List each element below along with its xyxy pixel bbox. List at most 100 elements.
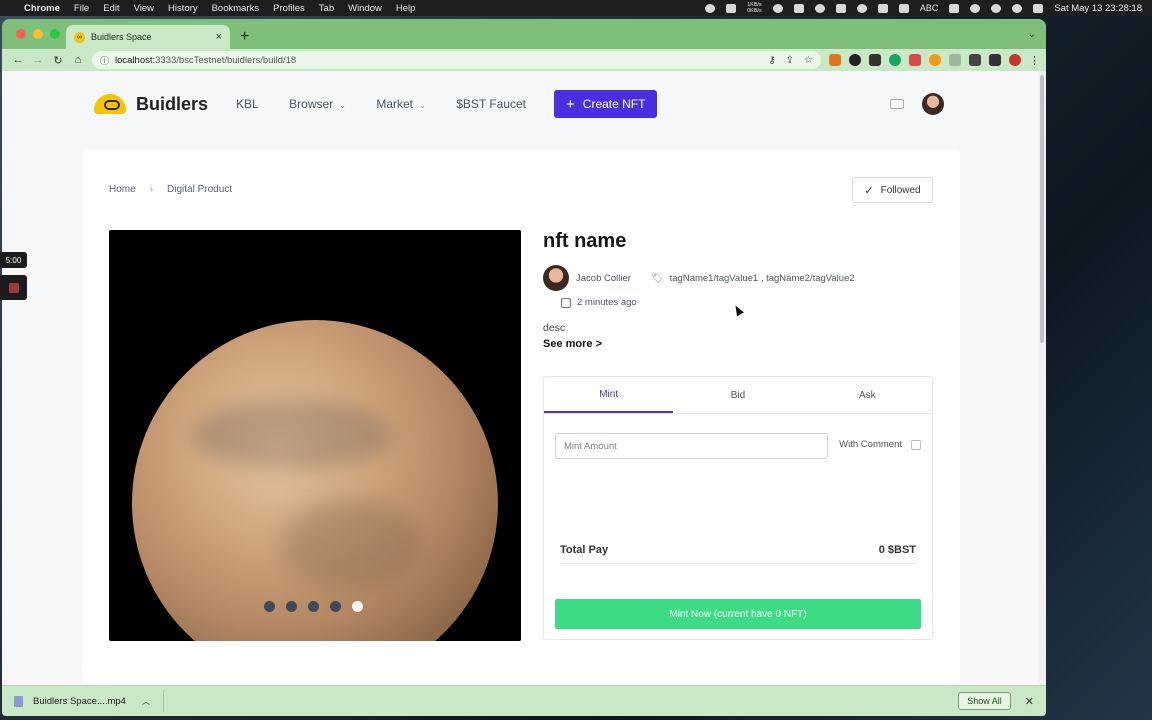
search-icon[interactable] [1012, 3, 1023, 13]
followed-label: Followed [880, 184, 921, 196]
tab-search-chevron-icon[interactable]: ⌄ [1028, 29, 1036, 40]
metamask-extension-icon[interactable] [829, 54, 841, 66]
puzzle-icon[interactable] [969, 54, 981, 66]
menu-bookmarks[interactable]: Bookmarks [212, 3, 260, 14]
close-window-button[interactable] [16, 29, 26, 39]
chevron-down-icon: ⌄ [419, 101, 426, 110]
document-status-icon[interactable] [726, 3, 737, 13]
triangle-extension-icon[interactable] [949, 54, 961, 66]
user-avatar[interactable] [922, 93, 944, 115]
wifi-icon[interactable] [970, 3, 981, 13]
share-icon[interactable]: ⇪ [786, 55, 794, 66]
bluetooth-icon[interactable] [877, 3, 888, 13]
tab-bid[interactable]: Bid [673, 377, 802, 413]
nav-browser[interactable]: Browser ⌄ [289, 97, 346, 111]
forward-button[interactable]: → [28, 54, 48, 66]
text-input-icon[interactable] [898, 3, 909, 13]
chevron-up-icon[interactable]: ︿ [142, 696, 150, 707]
zoom-window-button[interactable] [50, 29, 60, 39]
menu-file[interactable]: File [74, 3, 89, 14]
sidebar-icon[interactable] [989, 54, 1001, 66]
see-more-link[interactable]: See more > [543, 338, 933, 350]
menu-view[interactable]: View [134, 3, 154, 14]
page-scrollbar[interactable] [1038, 71, 1046, 685]
new-tab-button[interactable]: + [240, 28, 249, 46]
mint-amount-input[interactable] [555, 433, 828, 459]
recorder-stop-button[interactable] [0, 275, 27, 300]
helmet-logo-icon [94, 94, 126, 114]
url-path: :3333/bscTestnet/buidlers/build/18 [152, 54, 297, 66]
carousel-dot[interactable] [286, 601, 297, 612]
with-comment-checkbox[interactable] [911, 439, 921, 450]
input-source[interactable]: ABC [920, 3, 939, 13]
create-nft-button[interactable]: + Create NFT [554, 90, 658, 118]
green-extension-icon[interactable] [889, 54, 901, 66]
close-tab-icon[interactable]: × [216, 31, 222, 43]
stop-icon [8, 282, 19, 293]
nav-kbl[interactable]: KBL [236, 97, 259, 111]
nav-faucet-label: $BST Faucet [456, 97, 527, 111]
author-name[interactable]: Jacob Collier [576, 273, 631, 284]
close-shelf-icon[interactable]: ✕ [1025, 695, 1034, 708]
info-status-icon[interactable] [814, 3, 825, 13]
bookmark-star-icon[interactable]: ☆ [804, 55, 813, 66]
author-avatar[interactable] [543, 265, 569, 291]
cloud-status-icon[interactable] [772, 3, 783, 13]
tab-mint[interactable]: Mint [544, 377, 674, 413]
site-info-icon[interactable]: ⓘ [100, 54, 109, 67]
breadcrumb-home[interactable]: Home [109, 184, 136, 195]
menu-window[interactable]: Window [348, 3, 382, 14]
browser-tab[interactable]: ∞ Buidlers Space × [66, 25, 230, 49]
circle-extension-icon[interactable] [849, 54, 861, 66]
screen-status-icon[interactable] [793, 3, 804, 13]
menu-history[interactable]: History [168, 3, 198, 14]
main-nav: KBL Browser ⌄ Market ⌄ $BST Faucet [236, 95, 552, 113]
browser-toolbar: ← → ↻ ⌂ ⓘ localhost:3333/bscTestnet/buid… [2, 49, 1046, 71]
battery-icon[interactable] [949, 3, 960, 13]
carousel-dot[interactable] [352, 601, 363, 612]
app-status-icon[interactable] [835, 3, 846, 13]
user-status-icon[interactable] [991, 3, 1002, 13]
mint-now-button[interactable]: Mint Now (current have 0 NFT) [555, 599, 921, 629]
show-all-button[interactable]: Show All [958, 692, 1011, 710]
chevron-right-icon: › [149, 184, 154, 195]
menu-edit[interactable]: Edit [103, 3, 119, 14]
carousel-dot[interactable] [264, 601, 275, 612]
key-icon[interactable]: ⚷ [768, 55, 775, 66]
carousel-dot[interactable] [308, 601, 319, 612]
profile-icon[interactable] [1009, 54, 1021, 66]
create-nft-label: Create NFT [582, 97, 646, 111]
download-item[interactable]: Buidlers Space....mp4 ︿ [14, 690, 164, 712]
nav-faucet[interactable]: $BST Faucet [456, 97, 526, 111]
menu-clock[interactable]: Sat May 13 23:28:18 [1054, 3, 1142, 14]
play-status-icon[interactable] [856, 3, 867, 13]
red-extension-icon[interactable] [909, 54, 921, 66]
mail-icon[interactable] [890, 99, 904, 109]
minimize-window-button[interactable] [33, 29, 43, 39]
menu-profiles[interactable]: Profiles [273, 3, 305, 14]
nft-info: nft name Jacob Collier 🏷 tagName1/tagVal… [543, 230, 933, 350]
carousel-dot[interactable] [330, 601, 341, 612]
gear-status-icon[interactable] [705, 3, 716, 13]
tab-title: Buidlers Space [91, 32, 152, 42]
menu-help[interactable]: Help [396, 3, 416, 14]
more-menu-icon[interactable]: ⋮ [1029, 54, 1040, 67]
menu-tab[interactable]: Tab [319, 3, 334, 14]
url-host: localhost [115, 54, 153, 66]
tag-icon: 🏷 [650, 272, 664, 284]
nft-media-carousel[interactable] [109, 230, 521, 641]
back-button[interactable]: ← [8, 54, 28, 66]
home-button[interactable]: ⌂ [68, 54, 88, 66]
orange-extension-icon[interactable] [929, 54, 941, 66]
reload-button[interactable]: ↻ [48, 54, 68, 67]
followed-button[interactable]: ✓ Followed [852, 177, 933, 203]
site-logo[interactable]: Buidlers [94, 94, 208, 115]
nav-market[interactable]: Market ⌄ [376, 97, 425, 111]
tab-ask[interactable]: Ask [803, 377, 932, 413]
with-comment-option[interactable]: With Comment [839, 439, 921, 450]
control-center-icon[interactable] [1033, 3, 1044, 13]
scrollbar-thumb[interactable] [1040, 75, 1044, 343]
menu-app-name[interactable]: Chrome [24, 3, 60, 14]
address-bar[interactable]: ⓘ localhost:3333/bscTestnet/buidlers/bui… [92, 51, 821, 69]
ae-extension-icon[interactable] [869, 54, 881, 66]
